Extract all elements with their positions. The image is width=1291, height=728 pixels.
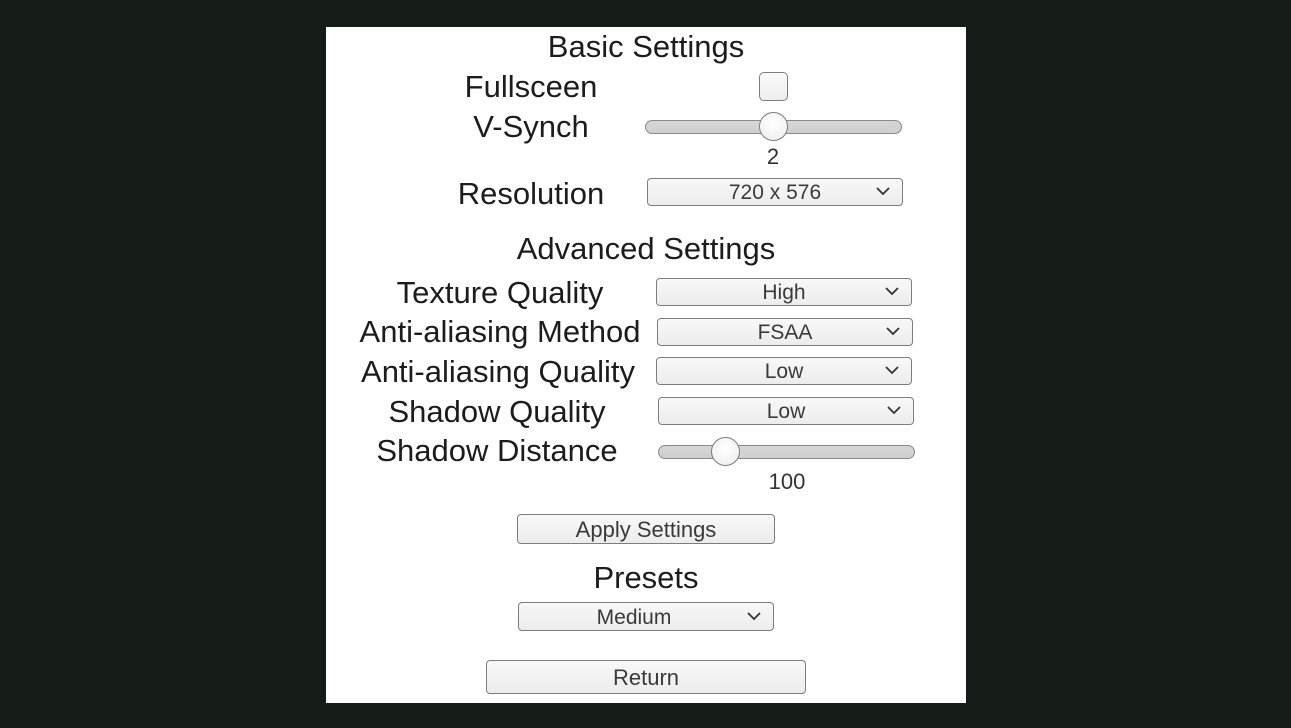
aa-quality-dropdown[interactable]: Low [656,357,912,385]
resolution-dropdown[interactable]: 720 x 576 [647,178,903,206]
chevron-down-icon [885,366,899,375]
apply-settings-button[interactable]: Apply Settings [517,514,775,544]
aa-quality-dropdown-value: Low [764,360,804,383]
texture-quality-label: Texture Quality [396,275,604,310]
shadow-distance-value: 100 [768,469,806,494]
aa-method-dropdown-value: FSAA [757,321,813,344]
aa-method-label: Anti-aliasing Method [359,314,641,349]
vsynch-label: V-Synch [473,109,589,144]
presets-dropdown[interactable]: Medium [518,602,774,631]
fullscreen-checkbox[interactable] [759,72,788,101]
resolution-label: Resolution [457,176,605,211]
return-button[interactable]: Return [486,660,806,694]
advanced-settings-heading: Advanced Settings [516,231,776,266]
chevron-down-icon [747,612,761,621]
aa-method-dropdown[interactable]: FSAA [657,318,913,346]
chevron-down-icon [876,187,890,196]
fullscreen-label: Fullsceen [464,69,598,104]
basic-settings-heading: Basic Settings [547,29,745,64]
shadow-quality-label: Shadow Quality [388,394,606,429]
chevron-down-icon [886,327,900,336]
aa-quality-label: Anti-aliasing Quality [361,354,635,389]
vsynch-slider[interactable] [645,112,902,142]
vsynch-slider-knob[interactable] [759,112,788,141]
chevron-down-icon [887,406,901,415]
presets-dropdown-value: Medium [596,606,672,629]
settings-panel: Basic Settings Fullsceen V-Synch 2 Resol… [326,27,966,703]
shadow-distance-label: Shadow Distance [376,433,618,468]
vsynch-value: 2 [766,144,780,169]
resolution-dropdown-value: 720 x 576 [728,181,822,204]
presets-heading: Presets [593,560,699,595]
shadow-distance-slider[interactable] [658,437,915,467]
shadow-quality-dropdown-value: Low [766,400,806,423]
texture-quality-dropdown-value: High [762,281,806,304]
shadow-distance-slider-track[interactable] [658,445,915,459]
shadow-quality-dropdown[interactable]: Low [658,397,914,425]
texture-quality-dropdown[interactable]: High [656,278,912,306]
shadow-distance-slider-knob[interactable] [711,437,740,466]
chevron-down-icon [885,287,899,296]
